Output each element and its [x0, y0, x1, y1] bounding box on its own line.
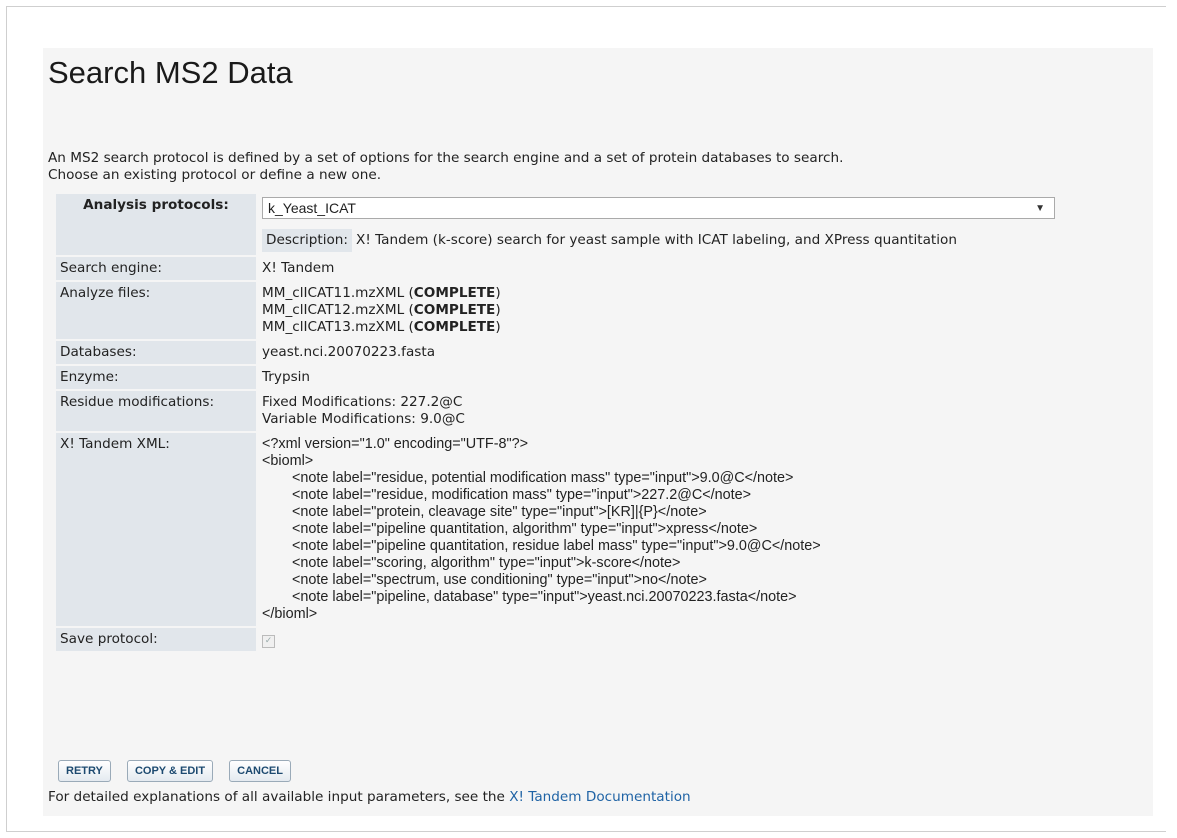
residue-fixed: Fixed Modifications: 227.2@C	[262, 394, 463, 410]
description-label: Description:	[262, 229, 353, 252]
residue-values: Fixed Modifications: 227.2@C Variable Mo…	[258, 391, 1059, 431]
save-row: Save protocol: ✓	[56, 628, 1059, 651]
files-label: Analyze files:	[56, 282, 256, 339]
save-label: Save protocol:	[56, 628, 256, 651]
intro-line-2: Choose an existing protocol or define a …	[48, 167, 382, 183]
button-row: RETRY COPY & EDIT CANCEL	[58, 759, 302, 782]
cancel-button[interactable]: CANCEL	[229, 760, 291, 782]
file-name: MM_clICAT13.mzXML	[262, 319, 405, 335]
file-item: MM_clICAT11.mzXML (COMPLETE)	[262, 285, 501, 301]
protocol-cell: k_Yeast_ICAT ▼	[258, 194, 1059, 222]
xml-line: <note label="residue, modification mass"…	[292, 487, 752, 503]
enzyme-row: Enzyme: Trypsin	[56, 366, 1059, 389]
engine-label: Search engine:	[56, 257, 256, 280]
file-name: MM_clICAT12.mzXML	[262, 302, 405, 318]
file-item: MM_clICAT13.mzXML (COMPLETE)	[262, 319, 501, 335]
intro-line-1: An MS2 search protocol is defined by a s…	[48, 150, 844, 166]
retry-button[interactable]: RETRY	[58, 760, 111, 782]
residue-label: Residue modifications:	[56, 391, 256, 431]
xml-content: <?xml version="1.0" encoding="UTF-8"?> <…	[258, 433, 1059, 626]
save-protocol-checkbox[interactable]: ✓	[262, 635, 275, 648]
residue-variable: Variable Modifications: 9.0@C	[262, 411, 465, 427]
files-row: Analyze files: MM_clICAT11.mzXML (COMPLE…	[56, 282, 1059, 339]
file-status: COMPLETE	[413, 302, 496, 318]
description-value: X! Tandem (k-score) search for yeast sam…	[356, 232, 957, 248]
xml-line: <note label="scoring, algorithm" type="i…	[292, 555, 681, 571]
protocol-row: Analysis protocols: k_Yeast_ICAT ▼	[56, 194, 1059, 255]
files-list: MM_clICAT11.mzXML (COMPLETE) MM_clICAT12…	[258, 282, 1059, 339]
xml-line: <?xml version="1.0" encoding="UTF-8"?>	[262, 436, 529, 452]
engine-value: X! Tandem	[262, 260, 335, 276]
intro-text: An MS2 search protocol is defined by a s…	[48, 150, 843, 184]
save-cell: ✓	[258, 628, 1059, 651]
xml-line: <note label="pipeline, database" type="i…	[292, 589, 797, 605]
xml-line: <note label="residue, potential modifica…	[292, 470, 794, 486]
protocol-label: Analysis protocols:	[56, 194, 256, 255]
description-table: Description: X! Tandem (k-score) search …	[262, 229, 1010, 252]
databases-value: yeast.nci.20070223.fasta	[262, 344, 436, 360]
tandem-docs-link[interactable]: X! Tandem Documentation	[509, 789, 690, 805]
copy-edit-button[interactable]: COPY & EDIT	[126, 760, 214, 782]
residue-row: Residue modifications: Fixed Modificatio…	[56, 391, 1059, 431]
description-cell: Description: X! Tandem (k-score) search …	[258, 224, 1059, 255]
xml-line: </bioml>	[262, 606, 318, 622]
footer-text: For detailed explanations of all availab…	[48, 789, 691, 805]
databases-row: Databases: yeast.nci.20070223.fasta	[56, 341, 1059, 364]
chevron-down-icon: ▼	[1035, 203, 1045, 214]
xml-line: <bioml>	[262, 453, 314, 469]
file-status: COMPLETE	[413, 285, 496, 301]
protocol-select-value: k_Yeast_ICAT	[268, 200, 356, 216]
xml-line: <note label="pipeline quantitation, algo…	[292, 521, 758, 537]
xml-label: X! Tandem XML:	[56, 433, 256, 626]
file-name: MM_clICAT11.mzXML	[262, 285, 405, 301]
enzyme-value: Trypsin	[262, 369, 311, 385]
xml-line: <note label="spectrum, use conditioning"…	[292, 572, 707, 588]
xml-line: <note label="protein, cleavage site" typ…	[292, 504, 707, 520]
databases-label: Databases:	[56, 341, 256, 364]
xml-line: <note label="pipeline quantitation, resi…	[292, 538, 821, 554]
file-status: COMPLETE	[413, 319, 496, 335]
engine-row: Search engine: X! Tandem	[56, 257, 1059, 280]
enzyme-label: Enzyme:	[56, 366, 256, 389]
file-item: MM_clICAT12.mzXML (COMPLETE)	[262, 302, 501, 318]
protocol-select[interactable]: k_Yeast_ICAT ▼	[262, 197, 1055, 219]
footer-prefix: For detailed explanations of all availab…	[48, 789, 510, 805]
page-title: Search MS2 Data	[48, 55, 293, 90]
search-form-table: Analysis protocols: k_Yeast_ICAT ▼ Descr…	[54, 192, 1061, 653]
xml-row: X! Tandem XML: <?xml version="1.0" encod…	[56, 433, 1059, 626]
